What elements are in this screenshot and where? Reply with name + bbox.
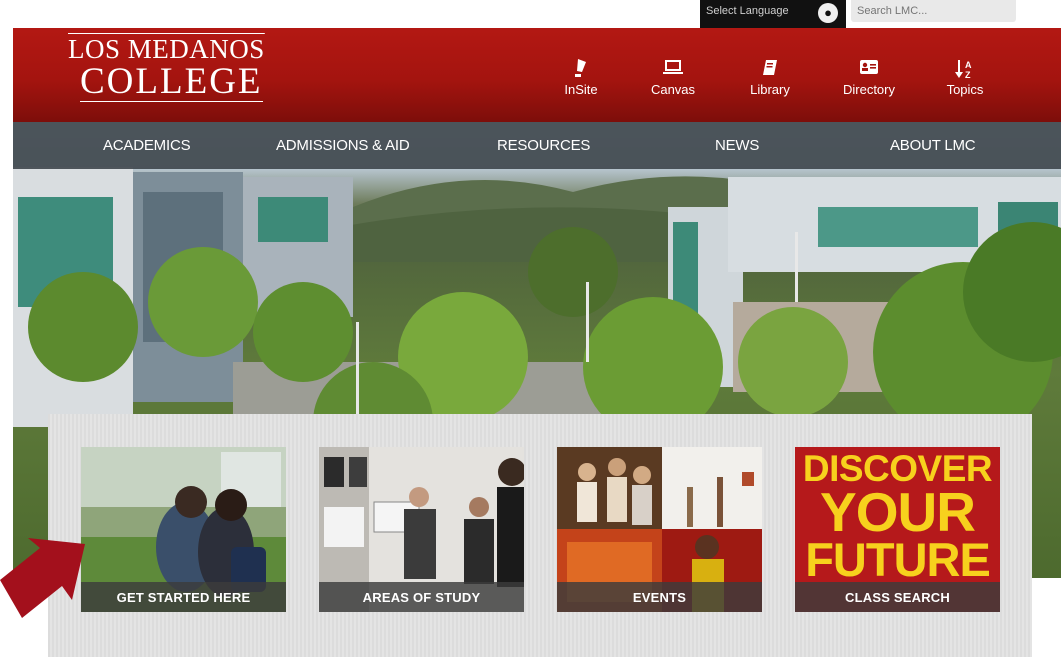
main-navigation: ACADEMICS ADMISSIONS & AID RESOURCES NEW… [13,122,1061,169]
pointer-arrow-icon [0,538,85,618]
nav-resources[interactable]: RESOURCES [497,137,590,154]
tile-get-started[interactable]: GET STARTED HERE [81,447,286,612]
nav-news[interactable]: NEWS [715,137,759,154]
quick-link-directory[interactable]: Directory [824,58,914,97]
quick-link-label: Directory [842,82,895,97]
tile-class-search[interactable]: DISCOVER YOUR FUTURE CLASS SEARCH [795,447,1000,612]
quick-link-topics[interactable]: AZ Topics [920,58,1010,97]
nav-admissions-aid[interactable]: ADMISSIONS & AID [276,137,410,154]
globe-icon[interactable]: ● [818,3,838,23]
sort-az-icon: AZ [920,58,1010,80]
logo-line-2: COLLEGE [80,61,263,102]
tile-caption: CLASS SEARCH [795,582,1000,612]
tile-areas-of-study[interactable]: AREAS OF STUDY [319,447,524,612]
quick-link-label: Library [750,82,790,97]
discover-your-future-promo: DISCOVER YOUR FUTURE [795,450,1000,586]
quick-link-label: Canvas [650,82,696,97]
quick-link-library[interactable]: Library [725,58,815,97]
laptop-icon [628,58,718,80]
promo-line-3: FUTURE [805,533,991,586]
site-header: LOS MEDANOS COLLEGE InSite Canvas Librar… [13,28,1061,122]
quick-link-label: InSite [564,82,598,97]
search-input[interactable] [851,0,1016,22]
book-icon [725,58,815,80]
quick-link-insite[interactable]: InSite [536,58,626,97]
nav-about-lmc[interactable]: ABOUT LMC [890,137,976,154]
quick-link-canvas[interactable]: Canvas [628,58,718,97]
college-logo[interactable]: LOS MEDANOS COLLEGE [68,35,265,102]
logo-line-1: LOS MEDANOS [68,34,265,64]
pen-icon [536,58,626,80]
promo-line-2: YOUR [820,481,976,543]
quick-link-label: Topics [946,82,984,97]
tile-caption: AREAS OF STUDY [319,582,524,612]
tile-caption: EVENTS [557,582,762,612]
tile-caption: GET STARTED HERE [81,582,286,612]
svg-text:Z: Z [965,70,971,80]
id-card-icon [824,58,914,80]
tile-events[interactable]: EVENTS [557,447,762,612]
svg-text:A: A [965,60,972,70]
nav-academics[interactable]: ACADEMICS [103,137,191,154]
